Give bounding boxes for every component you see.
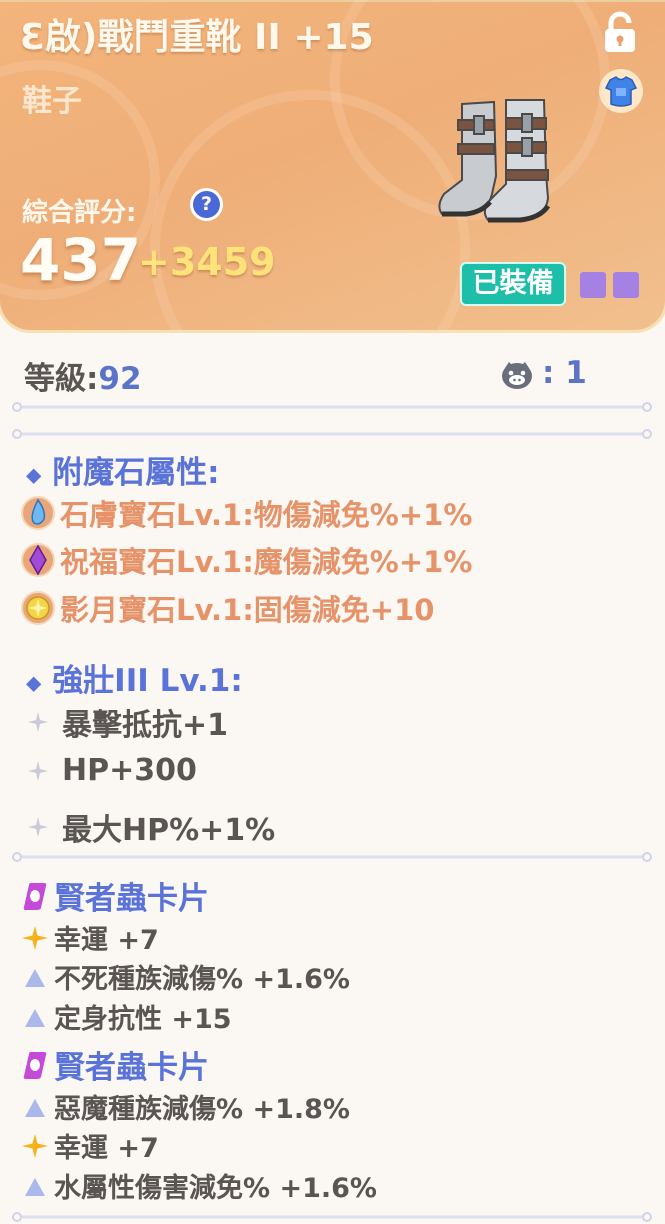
triangle-icon bbox=[25, 1177, 45, 1196]
divider bbox=[12, 402, 652, 412]
slot-count-value: : 1 bbox=[542, 355, 587, 391]
gold-star-icon bbox=[22, 925, 48, 950]
help-icon[interactable]: ? bbox=[193, 191, 220, 218]
stat-row: 暴擊抵抗+1 bbox=[28, 700, 228, 744]
enchant-heading: ◆ 附魔石屬性: bbox=[26, 455, 220, 491]
score-label: 綜合評分: bbox=[22, 198, 137, 228]
gold-star-icon bbox=[22, 1133, 48, 1158]
card-heading: 賢者蟲卡片 bbox=[22, 1042, 209, 1087]
sparkle-icon bbox=[28, 817, 48, 837]
card-effect: 不死種族減傷% +1.6% bbox=[22, 957, 350, 996]
yellow-gem-icon bbox=[21, 591, 55, 625]
diamond-icon: ◆ bbox=[26, 462, 42, 487]
card-effect: 幸運 +7 bbox=[22, 918, 159, 957]
card-effect: 水屬性傷害減免% +1.6% bbox=[22, 1166, 377, 1205]
card-icon bbox=[23, 882, 47, 910]
purple-gem-icon bbox=[21, 543, 55, 577]
divider bbox=[12, 429, 652, 439]
slot-count: : 1 bbox=[500, 355, 587, 391]
sparkle-icon bbox=[28, 760, 48, 781]
gem-row: 影月寶石Lv.1:固傷減免+10 bbox=[20, 587, 434, 627]
gem-row: 石膚寶石Lv.1:物傷減免%+1% bbox=[20, 492, 472, 532]
level-row: 等級:92 bbox=[24, 353, 142, 398]
gem-row: 祝福寶石Lv.1:魔傷減免%+1% bbox=[20, 539, 472, 579]
pet-face-icon bbox=[502, 361, 532, 389]
item-header: Ɛ啟)戰鬥重靴 II +15 鞋子 綜合評分: ? 437 +3459 已裝備 bbox=[0, 0, 665, 330]
card-icon bbox=[23, 1051, 47, 1079]
triangle-icon bbox=[25, 1098, 45, 1117]
item-category: 鞋子 bbox=[22, 84, 82, 119]
level-label: 等級: bbox=[24, 361, 99, 397]
sparkle-icon bbox=[28, 712, 48, 732]
lock-icon[interactable] bbox=[600, 10, 640, 54]
card-heading: 賢者蟲卡片 bbox=[22, 873, 209, 918]
boots-icon bbox=[438, 99, 551, 223]
triangle-icon bbox=[25, 968, 45, 987]
triangle-icon bbox=[25, 1008, 45, 1027]
stat-row: 最大HP%+1% bbox=[28, 805, 275, 849]
blue-gem-icon bbox=[21, 496, 55, 530]
card-effect: 惡魔種族減傷% +1.8% bbox=[22, 1087, 350, 1126]
card-effect: 幸運 +7 bbox=[22, 1126, 159, 1165]
item-title: Ɛ啟)戰鬥重靴 II +15 bbox=[20, 17, 374, 58]
score-bonus: +3459 bbox=[138, 240, 276, 284]
card-slot bbox=[613, 272, 639, 298]
divider bbox=[12, 1212, 652, 1222]
stat-row: HP+300 bbox=[28, 753, 197, 788]
level-value: 92 bbox=[98, 361, 142, 397]
equipped-badge: 已裝備 bbox=[460, 262, 566, 306]
card-slot bbox=[580, 272, 606, 298]
diamond-icon: ◆ bbox=[26, 670, 42, 695]
card-effect: 定身抗性 +15 bbox=[22, 997, 232, 1036]
score-value: 437 bbox=[20, 226, 142, 294]
armor-icon[interactable] bbox=[598, 68, 644, 114]
refine-heading: ◆ 強壯III Lv.1: bbox=[26, 663, 243, 699]
divider bbox=[12, 852, 652, 862]
